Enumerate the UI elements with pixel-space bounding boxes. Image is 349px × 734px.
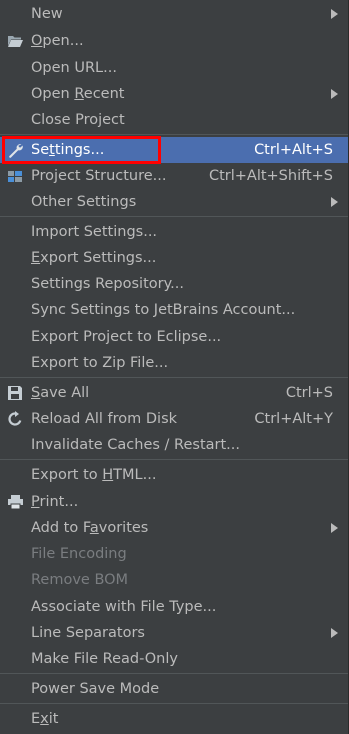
menu-item-open-url[interactable]: Open URL... bbox=[0, 55, 348, 81]
menu-item-close-project[interactable]: Close Project bbox=[0, 107, 348, 133]
menu-item-file-encoding: File Encoding bbox=[0, 541, 348, 567]
menu-item-print[interactable]: Print... bbox=[0, 489, 348, 515]
menu-item-settings-repository[interactable]: Settings Repository... bbox=[0, 271, 348, 297]
menu-item-label: Print... bbox=[31, 494, 79, 510]
menu-separator bbox=[0, 216, 348, 217]
menu-item-label: Line Separators bbox=[31, 625, 145, 641]
menu-item-label: Sync Settings to JetBrains Account... bbox=[31, 302, 296, 318]
menu-item-export-zip[interactable]: Export to Zip File... bbox=[0, 350, 348, 376]
submenu-arrow-icon bbox=[331, 9, 338, 19]
menu-item-project-structure[interactable]: Project Structure... Ctrl+Alt+Shift+S bbox=[0, 163, 348, 189]
printer-icon bbox=[7, 494, 24, 510]
menu-item-label: Exit bbox=[31, 711, 59, 727]
menu-item-label: Export to Zip File... bbox=[31, 355, 169, 371]
menu-item-open-recent[interactable]: Open Recent bbox=[0, 81, 348, 107]
menu-item-invalidate-caches[interactable]: Invalidate Caches / Restart... bbox=[0, 432, 348, 458]
menu-separator bbox=[0, 673, 348, 674]
menu-item-import-settings[interactable]: Import Settings... bbox=[0, 219, 348, 245]
menu-item-add-favorites[interactable]: Add to Favorites bbox=[0, 515, 348, 541]
reload-icon bbox=[7, 411, 24, 427]
menu-item-label: Project Structure... bbox=[31, 168, 167, 184]
menu-item-line-separators[interactable]: Line Separators bbox=[0, 620, 348, 646]
wrench-icon bbox=[7, 142, 24, 158]
menu-item-shortcut: Ctrl+Alt+S bbox=[254, 142, 333, 158]
project-structure-icon bbox=[7, 168, 24, 184]
menu-item-sync-settings[interactable]: Sync Settings to JetBrains Account... bbox=[0, 297, 348, 323]
menu-item-label: Import Settings... bbox=[31, 224, 158, 240]
menu-item-export-eclipse[interactable]: Export Project to Eclipse... bbox=[0, 324, 348, 350]
menu-item-label: Open Recent bbox=[31, 86, 125, 102]
menu-item-label: Export Project to Eclipse... bbox=[31, 329, 222, 345]
menu-item-label: Save All bbox=[31, 385, 90, 401]
menu-item-label: Invalidate Caches / Restart... bbox=[31, 437, 240, 453]
menu-item-label: Settings... bbox=[31, 142, 105, 158]
menu-item-label: File Encoding bbox=[31, 546, 127, 562]
menu-item-label: Other Settings bbox=[31, 194, 137, 210]
menu-item-other-settings[interactable]: Other Settings bbox=[0, 189, 348, 215]
menu-separator bbox=[0, 134, 348, 135]
folder-open-icon bbox=[7, 33, 24, 49]
menu-item-label: Open URL... bbox=[31, 60, 117, 76]
menu-item-label: Reload All from Disk bbox=[31, 411, 178, 427]
menu-item-save-all[interactable]: Save All Ctrl+S bbox=[0, 380, 348, 406]
menu-item-open[interactable]: Open... bbox=[0, 28, 348, 54]
menu-item-label: Export to HTML... bbox=[31, 467, 157, 483]
menu-item-label: Export Settings... bbox=[31, 250, 157, 266]
menu-separator bbox=[0, 459, 348, 460]
menu-item-label: Remove BOM bbox=[31, 572, 129, 588]
menu-item-label: Add to Favorites bbox=[31, 520, 149, 536]
save-icon bbox=[7, 385, 24, 401]
menu-item-reload-all[interactable]: Reload All from Disk Ctrl+Alt+Y bbox=[0, 406, 348, 432]
menu-separator bbox=[0, 377, 348, 378]
menu-item-shortcut: Ctrl+Alt+Y bbox=[254, 411, 333, 427]
file-menu: New Open... Open URL... Open Recent Clos… bbox=[0, 0, 349, 734]
menu-item-label: Open... bbox=[31, 33, 84, 49]
menu-item-label: Associate with File Type... bbox=[31, 599, 217, 615]
menu-item-power-save[interactable]: Power Save Mode bbox=[0, 676, 348, 702]
menu-item-associate-file-type[interactable]: Associate with File Type... bbox=[0, 594, 348, 620]
menu-item-export-settings[interactable]: Export Settings... bbox=[0, 245, 348, 271]
submenu-arrow-icon bbox=[331, 89, 338, 99]
menu-item-exit[interactable]: Exit bbox=[0, 706, 348, 732]
menu-separator bbox=[0, 703, 348, 704]
menu-item-export-html[interactable]: Export to HTML... bbox=[0, 462, 348, 488]
menu-item-settings[interactable]: Settings... Ctrl+Alt+S bbox=[0, 137, 348, 163]
menu-item-shortcut: Ctrl+Alt+Shift+S bbox=[208, 168, 333, 184]
menu-item-make-read-only[interactable]: Make File Read-Only bbox=[0, 646, 348, 672]
menu-item-remove-bom: Remove BOM bbox=[0, 567, 348, 593]
submenu-arrow-icon bbox=[331, 523, 338, 533]
menu-item-label: Make File Read-Only bbox=[31, 651, 178, 667]
menu-item-new[interactable]: New bbox=[0, 1, 348, 27]
menu-item-label: Power Save Mode bbox=[31, 681, 160, 697]
menu-item-shortcut: Ctrl+S bbox=[285, 385, 333, 401]
submenu-arrow-icon bbox=[331, 197, 338, 207]
menu-item-label: Close Project bbox=[31, 112, 125, 128]
submenu-arrow-icon bbox=[331, 628, 338, 638]
menu-item-label-rest: pen... bbox=[42, 33, 84, 49]
menu-item-label: New bbox=[31, 6, 63, 22]
menu-item-label: Settings Repository... bbox=[31, 276, 184, 292]
